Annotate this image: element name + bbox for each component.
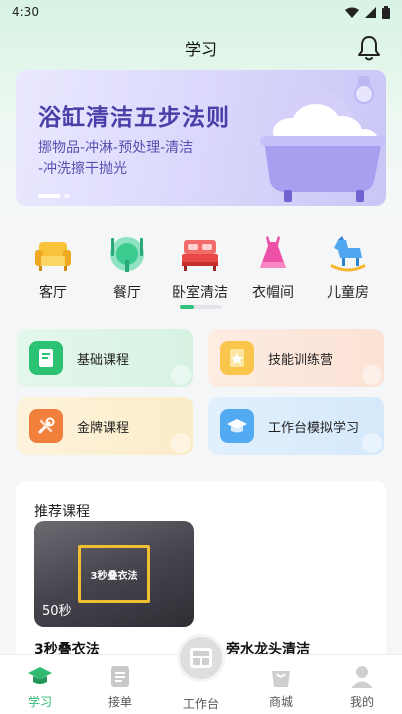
page-title: 学习 [184,40,217,59]
category-kids-room[interactable]: 儿童房 [312,234,384,302]
category-dining-room[interactable]: 餐厅 [91,234,163,302]
basic-course-card[interactable]: 基础课程 [17,329,193,387]
category-label: 衣帽间 [252,285,294,301]
sofa-icon [35,242,71,271]
bell-icon[interactable] [356,34,382,62]
bathtub-illustration [260,76,386,202]
section-title: 推荐课程 [34,504,90,520]
banner-dot-active [38,194,60,198]
category-scroll-indicator-thumb [180,305,194,309]
category-label: 卧室清洁 [172,285,228,301]
banner-subtitle: 挪物品-冲淋-预处理-清洁 -冲洗擦干抛光 [38,138,258,180]
card-label: 金牌课程 [77,420,130,436]
bed-icon [182,240,218,271]
banner-subtitle-line2: -冲洗擦干抛光 [38,161,128,177]
tools-icon [29,409,63,443]
category-living-room[interactable]: 客厅 [17,234,89,302]
graduation-cap-icon [28,667,52,684]
graduation-cap-icon [220,409,254,443]
nav-profile[interactable]: 我的 [332,663,392,710]
battery-icon [382,5,390,19]
category-closet[interactable]: 衣帽间 [237,234,309,302]
workbench-simulation-card[interactable]: 工作台模拟学习 [208,397,384,455]
header: 学习 [0,28,402,68]
nav-label: 我的 [349,695,374,709]
card-decoration [171,433,191,453]
category-label: 餐厅 [113,285,141,301]
nav-label: 商城 [268,695,293,709]
status-bar: 4:30 [0,0,402,24]
nav-label: 接单 [107,695,132,709]
nav-label: 学习 [27,695,52,709]
promo-banner[interactable]: 浴缸清洁五步法则 挪物品-冲淋-预处理-清洁 -冲洗擦干抛光 [16,70,386,206]
book-icon [29,341,63,375]
card-label: 技能训练营 [268,352,334,368]
category-scroll-indicator [180,305,222,309]
user-icon [351,666,373,688]
gold-course-card[interactable]: 金牌课程 [17,397,193,455]
skill-camp-card[interactable]: 技能训练营 [208,329,384,387]
workbench-icon [190,648,212,668]
shopping-bag-icon [272,671,290,687]
course-thumbnail[interactable]: 3秒叠衣法 50秒 [34,521,194,627]
medal-icon [220,341,254,375]
card-label: 基础课程 [77,352,130,368]
banner-dot [64,194,70,198]
status-icons [345,5,390,19]
workbench-button[interactable] [177,634,225,682]
banner-pagination [38,194,70,198]
banner-title: 浴缸清洁五步法则 [38,105,230,131]
dining-icon [110,237,144,272]
category-label: 儿童房 [327,285,369,301]
status-time: 4:30 [12,5,39,19]
nav-orders[interactable]: 接单 [90,663,150,710]
nav-mall[interactable]: 商城 [251,663,311,710]
card-decoration [362,365,382,385]
nav-study[interactable]: 学习 [10,663,70,710]
wifi-icon [345,7,359,18]
nav-workbench[interactable]: 工作台 [171,691,231,712]
dress-icon [260,236,286,268]
signal-icon [365,6,376,18]
category-bedroom[interactable]: 卧室清洁 [164,234,236,302]
category-label: 客厅 [39,285,67,301]
thumbnail-frame: 3秒叠衣法 [78,545,150,603]
card-decoration [362,433,382,453]
room-categories: 客厅 餐厅 卧室清洁 衣帽间 儿童房 [0,230,402,310]
nav-label: 工作台 [182,697,219,711]
card-label: 工作台模拟学习 [268,420,360,436]
clipboard-icon [111,666,129,687]
banner-subtitle-line1: 挪物品-冲淋-预处理-清洁 [38,140,194,156]
rocking-horse-icon [330,236,366,272]
thumbnail-caption: 3秒叠衣法 [90,570,138,582]
card-decoration [171,365,191,385]
video-duration: 50秒 [42,604,72,619]
